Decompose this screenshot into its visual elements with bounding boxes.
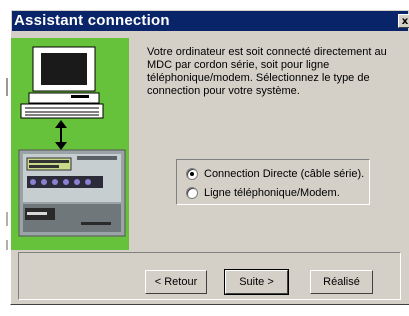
radio-button-selected[interactable]	[186, 168, 198, 180]
radio-button-unselected[interactable]	[186, 187, 198, 199]
connection-type-group: Connection Directe (câble série). Ligne …	[176, 159, 370, 205]
connection-illustration	[11, 38, 129, 250]
radio-phone-modem[interactable]: Ligne téléphonique/Modem.	[186, 185, 340, 201]
illustration-graphic	[18, 46, 126, 237]
finish-button[interactable]: Réalisé	[310, 270, 373, 294]
radio-label-modem: Ligne téléphonique/Modem.	[204, 187, 340, 199]
bidirectional-arrow-icon	[55, 120, 67, 150]
close-icon[interactable]: x	[398, 14, 409, 28]
radio-dot-icon	[190, 172, 194, 176]
intro-text: Votre ordinateur est soit connecté direc…	[147, 46, 387, 97]
computer-icon	[20, 46, 104, 119]
window-title: Assistant connection	[14, 12, 170, 29]
controller-device-icon	[18, 149, 126, 237]
back-button[interactable]: < Retour	[145, 270, 207, 294]
radio-direct-serial[interactable]: Connection Directe (câble série).	[186, 166, 364, 182]
title-bar[interactable]: Assistant connection x	[12, 11, 409, 31]
radio-label-direct: Connection Directe (câble série).	[204, 168, 365, 180]
next-button[interactable]: Suite >	[224, 269, 289, 295]
